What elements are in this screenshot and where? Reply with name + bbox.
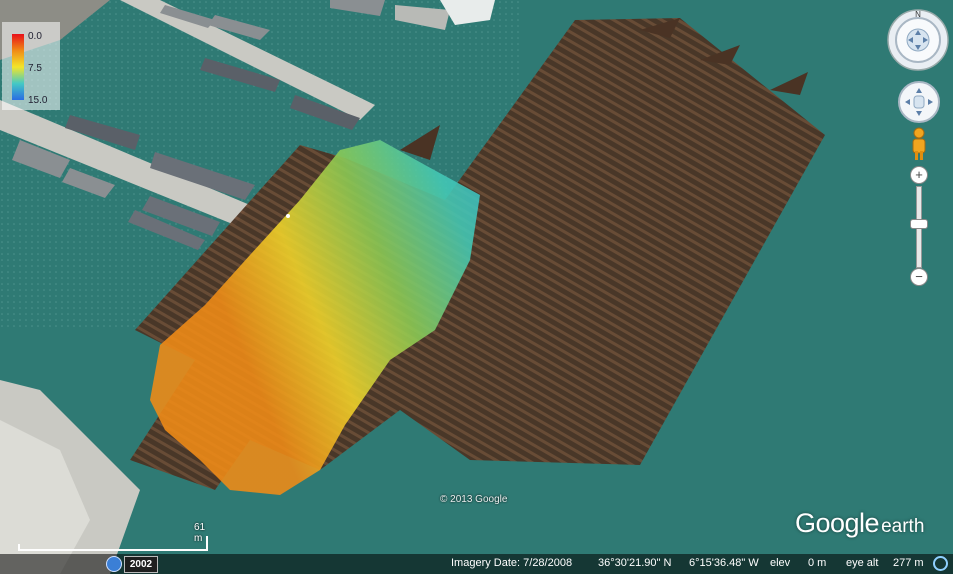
legend-min: 0.0 (28, 31, 42, 42)
elev-label: elev (770, 557, 791, 569)
zoom-thumb[interactable] (910, 219, 928, 229)
legend-max: 15.0 (28, 95, 48, 106)
google-earth-logo: Google earth (795, 508, 925, 538)
eye-alt-label: eye alt (846, 557, 879, 569)
navigation-compass-icon[interactable]: N (886, 8, 950, 72)
zoom-in-button[interactable]: + (910, 166, 928, 184)
satellite-map[interactable] (0, 0, 953, 574)
copyright-notice: © 2013 Google (440, 494, 508, 505)
imagery-date: Imagery Date: 7/28/2008 (451, 557, 573, 569)
legend-mid: 7.5 (28, 63, 42, 74)
depth-color-bar (12, 34, 24, 100)
streaming-status-icon (933, 556, 948, 571)
historical-imagery-icon[interactable] (106, 556, 122, 572)
zoom-slider[interactable]: + − (908, 166, 928, 288)
scale-bar: 61 m (18, 522, 208, 551)
eye-alt-value: 277 m (893, 557, 924, 569)
imagery-year-badge[interactable]: 2002 (124, 556, 158, 573)
zoom-out-button[interactable]: − (910, 268, 928, 286)
svg-text:N: N (915, 10, 921, 19)
longitude: 6°15'36.48" W (689, 557, 759, 569)
street-view-pegman-icon[interactable] (909, 127, 929, 161)
depth-legend: 0.0 7.5 15.0 (2, 22, 60, 110)
look-around-icon[interactable] (897, 80, 941, 124)
latitude: 36°30'21.90" N (598, 557, 672, 569)
elev-value: 0 m (808, 557, 827, 569)
